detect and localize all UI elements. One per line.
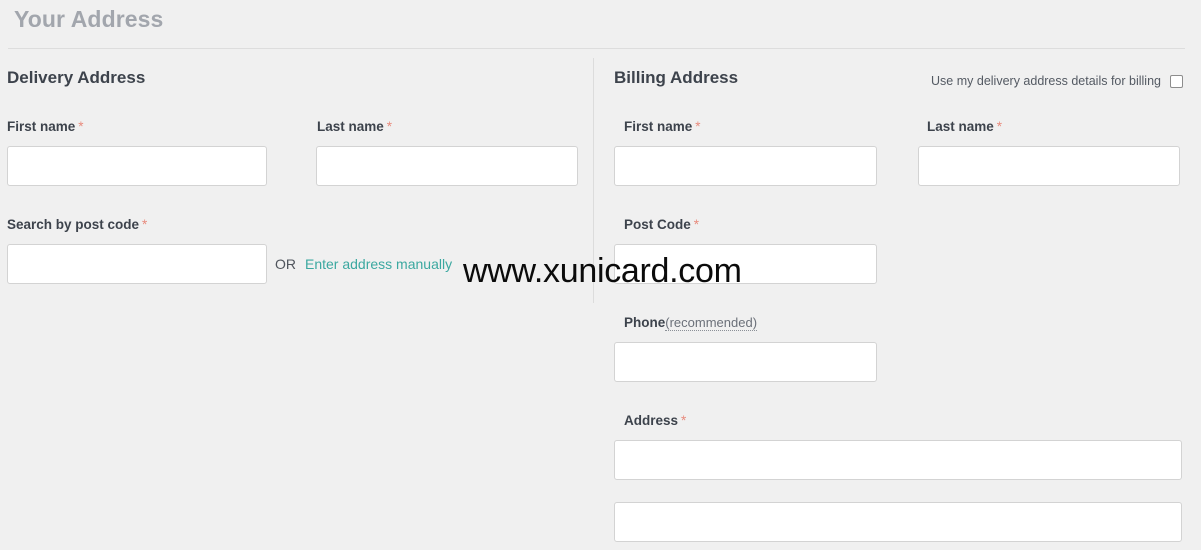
billing-address-line1-input[interactable] — [614, 440, 1182, 480]
billing-post-code-label-text: Post Code — [624, 217, 691, 232]
billing-first-name-input[interactable] — [614, 146, 877, 186]
billing-last-name-label-text: Last name — [927, 119, 994, 134]
billing-phone-label-text: Phone — [624, 315, 666, 330]
delivery-last-name-input[interactable] — [316, 146, 578, 186]
billing-address-label-text: Address — [624, 413, 679, 428]
required-asterisk: * — [695, 119, 701, 134]
column-divider — [593, 58, 594, 303]
billing-post-code-input[interactable] — [614, 244, 877, 284]
or-separator-text: OR — [275, 256, 296, 272]
enter-address-manually-link[interactable]: Enter address manually — [305, 256, 452, 272]
delivery-post-code-input[interactable] — [7, 244, 267, 284]
billing-phone-input[interactable] — [614, 342, 877, 382]
required-asterisk: * — [142, 217, 148, 232]
required-asterisk: * — [386, 119, 393, 134]
use-delivery-address-checkbox[interactable] — [1170, 74, 1183, 88]
delivery-first-name-label-text: First name — [7, 119, 76, 134]
billing-first-name-label-text: First name — [624, 119, 693, 134]
billing-post-code-label: Post Code * — [624, 217, 699, 232]
billing-address-label: Address * — [624, 413, 686, 428]
use-delivery-address-checkbox-row[interactable]: Use my delivery address details for bill… — [925, 70, 1183, 92]
delivery-address-heading: Delivery Address — [7, 68, 146, 87]
required-asterisk: * — [996, 119, 1003, 134]
billing-last-name-label: Last name * — [927, 119, 1002, 134]
required-asterisk: * — [681, 413, 687, 428]
billing-first-name-label: First name * — [624, 119, 701, 134]
delivery-last-name-label-text: Last name — [317, 119, 384, 134]
use-delivery-address-label: Use my delivery address details for bill… — [931, 74, 1161, 88]
billing-phone-label: Phone(recommended) — [624, 315, 758, 331]
billing-last-name-input[interactable] — [918, 146, 1180, 186]
delivery-first-name-label: First name * — [7, 119, 84, 134]
address-form-page: Your Address Delivery Address First name… — [0, 0, 1201, 550]
page-title: Your Address — [14, 6, 164, 32]
delivery-post-code-label-text: Search by post code — [7, 217, 140, 232]
header-divider — [8, 48, 1185, 49]
billing-address-line2-input[interactable] — [614, 502, 1182, 542]
required-asterisk: * — [693, 217, 700, 232]
required-asterisk: * — [78, 119, 84, 134]
billing-phone-hint: (recommended) — [665, 315, 758, 331]
delivery-post-code-label: Search by post code * — [7, 217, 147, 232]
delivery-last-name-label: Last name * — [317, 119, 392, 134]
delivery-first-name-input[interactable] — [7, 146, 267, 186]
billing-address-heading: Billing Address — [614, 68, 739, 87]
